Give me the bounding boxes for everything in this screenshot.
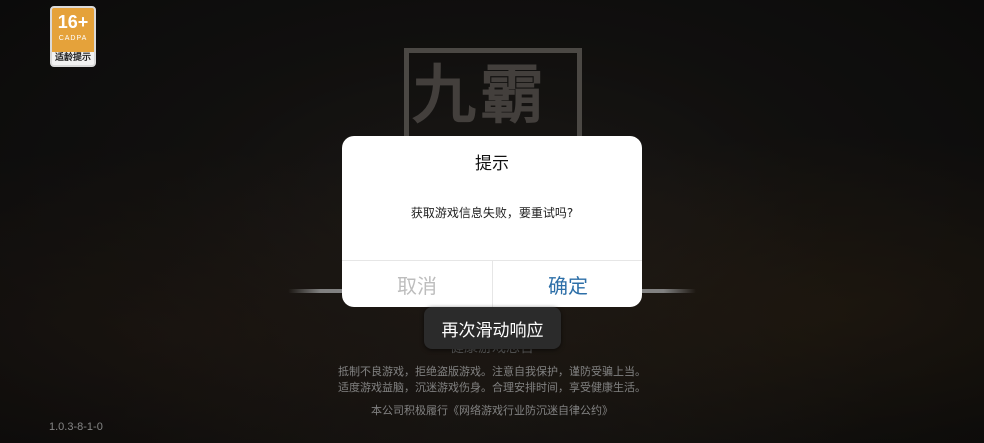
splash-screen: 九霸 健康游戏忠告 抵制不良游戏，拒绝盗版游戏。注意自我保护，谨防受骗上当。 适… (0, 0, 984, 443)
age-rating-badge[interactable]: 16+ CADPA 适龄提示 (50, 6, 96, 67)
dialog-message: 获取游戏信息失败，要重试吗? (410, 206, 574, 220)
cancel-button[interactable]: 取消 (342, 261, 492, 307)
age-rating-org: CADPA (58, 35, 88, 42)
confirm-button[interactable]: 确定 (493, 261, 642, 307)
age-rating-caption: 适龄提示 (54, 53, 91, 63)
dialog-title: 提示 (475, 154, 509, 174)
age-rating-icon: 16+ CADPA (52, 8, 94, 52)
toast-message: 再次滑动响应 (424, 307, 561, 349)
age-rating-number: 16+ (57, 12, 89, 32)
retry-dialog: 提示 获取游戏信息失败，要重试吗? 取消 确定 (342, 136, 642, 307)
